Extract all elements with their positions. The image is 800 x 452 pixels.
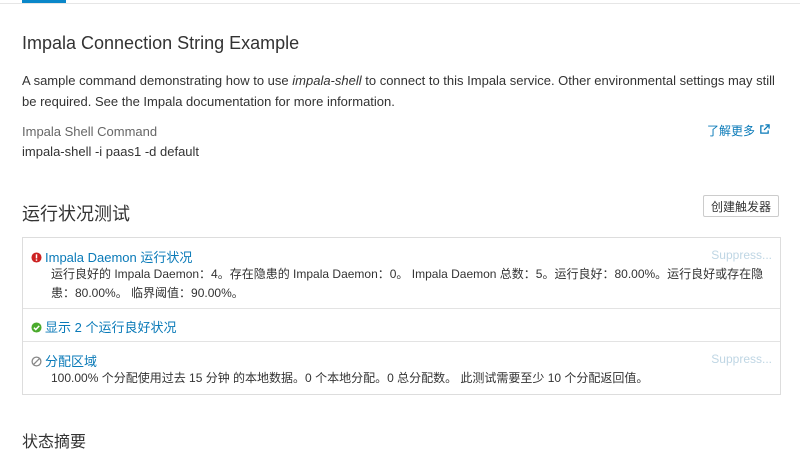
description-command-name: impala-shell xyxy=(292,73,362,88)
tab-divider xyxy=(0,3,800,4)
health-test-row: Impala Daemon 运行状况 运行良好的 Impala Daemon：4… xyxy=(23,238,780,308)
create-trigger-button[interactable]: 创建触发器 xyxy=(703,195,779,217)
tab-strip xyxy=(0,0,800,4)
disabled-icon xyxy=(31,355,42,367)
suppress-link[interactable]: Suppress... xyxy=(711,248,772,262)
description-prefix: A sample command demonstrating how to us… xyxy=(22,73,293,88)
command-value: impala-shell -i paas1 -d default xyxy=(22,144,200,159)
health-test-row: 分配区域 100.00% 个分配使用过去 15 分钟 的本地数据。0 个本地分配… xyxy=(23,341,780,395)
health-tests-panel: Impala Daemon 运行状况 运行良好的 Impala Daemon：4… xyxy=(22,237,781,395)
health-test-details: 运行良好的 Impala Daemon：4。存在隐患的 Impala Daemo… xyxy=(51,267,764,300)
health-test-title[interactable]: Impala Daemon 运行状况 xyxy=(45,247,192,266)
check-circle-icon xyxy=(31,321,42,333)
connection-section-title: Impala Connection String Example xyxy=(22,33,300,53)
learn-more-label: 了解更多 xyxy=(706,124,755,138)
connection-description: A sample command demonstrating how to us… xyxy=(22,70,782,112)
health-tests-title: 运行状况测试 xyxy=(22,204,130,224)
health-test-row: 显示 2 个运行良好状况 xyxy=(23,308,780,341)
external-link-icon xyxy=(759,123,770,138)
health-test-title[interactable]: 分配区域 xyxy=(45,351,97,370)
command-label: Impala Shell Command xyxy=(22,124,158,139)
health-test-details: 100.00% 个分配使用过去 15 分钟 的本地数据。0 个本地分配。0 总分… xyxy=(51,371,649,385)
show-good-tests-link[interactable]: 显示 2 个运行良好状况 xyxy=(45,317,176,336)
suppress-link[interactable]: Suppress... xyxy=(711,352,772,366)
error-icon xyxy=(31,251,42,263)
learn-more-link[interactable]: 了解更多 xyxy=(707,122,770,139)
status-summary-title: 状态摘要 xyxy=(22,434,87,451)
